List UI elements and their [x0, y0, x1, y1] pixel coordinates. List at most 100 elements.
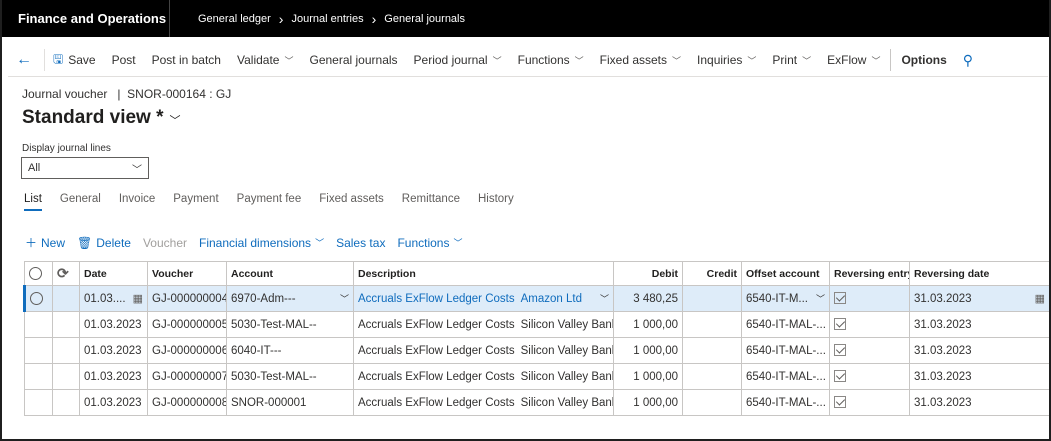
credit-cell[interactable] — [682, 285, 742, 312]
column-header-date[interactable]: Date — [79, 261, 148, 286]
credit-cell[interactable] — [682, 389, 742, 416]
tab-fixed-assets[interactable]: Fixed assets — [319, 193, 384, 211]
column-header-reversing-date[interactable]: Reversing date — [909, 261, 1049, 286]
back-arrow-icon[interactable]: ← — [8, 49, 45, 71]
reversing-entry-cell[interactable] — [829, 389, 910, 416]
offset-account-cell[interactable]: 6540-IT-M... ﹀ — [741, 285, 830, 312]
tab-history[interactable]: History — [478, 193, 514, 211]
breadcrumb-general-journals[interactable]: General journals — [384, 13, 465, 25]
new-button[interactable]: ＋ New — [25, 234, 65, 251]
voucher-cell[interactable]: GJ-000000006 — [147, 337, 227, 364]
reversing-entry-checkbox[interactable] — [834, 318, 846, 331]
column-header-voucher[interactable]: Voucher — [147, 261, 227, 286]
reversing-entry-cell[interactable] — [829, 337, 910, 364]
exflow-menu[interactable]: ExFlow ﹀ — [819, 44, 888, 77]
row-select-cell[interactable] — [23, 285, 53, 312]
offset-account-cell[interactable]: 6540-IT-MAL-... — [741, 363, 830, 390]
reversing-date-cell[interactable]: 31.03.2023 — [909, 389, 1049, 416]
general-journals-button[interactable]: General journals — [301, 44, 405, 77]
reversing-entry-cell[interactable] — [829, 311, 910, 338]
date-cell[interactable]: 01.03.2023 — [79, 363, 148, 390]
refresh-column[interactable]: ⟳ — [52, 261, 80, 286]
tab-list[interactable]: List — [24, 193, 42, 211]
voucher-cell[interactable]: GJ-000000008 — [147, 389, 227, 416]
reversing-date-cell[interactable]: 31.03.2023 ▦ — [909, 285, 1049, 312]
table-row[interactable]: 01.03.2023 GJ-000000007 5030-Test-MAL-- … — [24, 363, 1049, 390]
column-header-reversing-entry[interactable]: Reversing entry — [829, 261, 910, 286]
date-cell[interactable]: 01.03.2023 — [79, 337, 148, 364]
row-select-radio[interactable] — [30, 292, 43, 305]
voucher-cell[interactable]: GJ-000000007 — [147, 363, 227, 390]
reversing-entry-cell[interactable] — [829, 363, 910, 390]
column-header-description[interactable]: Description — [353, 261, 614, 286]
tab-general[interactable]: General — [60, 193, 101, 211]
display-journal-lines-select[interactable]: All ﹀ — [21, 157, 149, 179]
save-button[interactable]: 🖫 Save — [45, 44, 104, 77]
select-all-column[interactable] — [24, 261, 53, 286]
period-journal-menu[interactable]: Period journal ﹀ — [406, 44, 510, 77]
account-cell[interactable]: SNOR-000001 — [226, 389, 354, 416]
view-selector[interactable]: Standard view * ﹀ — [22, 107, 181, 129]
table-row[interactable]: 01.03.... ▦ GJ-000000004 6970-Adm--- ﹀ Acc… — [23, 285, 1049, 312]
voucher-cell[interactable]: GJ-000000004 — [147, 285, 227, 312]
select-all-radio[interactable] — [29, 267, 42, 280]
breadcrumb-journal-entries[interactable]: Journal entries — [291, 13, 363, 25]
reversing-date-cell[interactable]: 31.03.2023 — [909, 311, 1049, 338]
reversing-entry-cell[interactable] — [829, 285, 910, 312]
voucher-button[interactable]: Voucher — [143, 236, 187, 250]
row-select-cell[interactable] — [24, 389, 53, 416]
column-header-credit[interactable]: Credit — [682, 261, 742, 286]
voucher-cell[interactable]: GJ-000000005 — [147, 311, 227, 338]
table-row[interactable]: 01.03.2023 GJ-000000005 5030-Test-MAL-- … — [24, 311, 1049, 338]
chevron-down-icon[interactable]: ﹀ — [816, 292, 825, 305]
financial-dimensions-menu[interactable]: Financial dimensions ﹀ — [199, 236, 324, 250]
debit-cell[interactable]: 1 000,00 — [613, 389, 683, 416]
description-cell[interactable]: Accruals ExFlow Ledger Costs Silicon Vall… — [353, 363, 614, 390]
sales-tax-button[interactable]: Sales tax — [336, 236, 385, 250]
column-header-account[interactable]: Account — [226, 261, 354, 286]
debit-cell[interactable]: 1 000,00 — [613, 311, 683, 338]
reversing-entry-checkbox[interactable] — [834, 396, 846, 409]
inquiries-menu[interactable]: Inquiries ﹀ — [689, 44, 764, 77]
credit-cell[interactable] — [682, 363, 742, 390]
debit-cell[interactable]: 3 480,25 — [613, 285, 683, 312]
tab-payment[interactable]: Payment — [173, 193, 218, 211]
tab-payment-fee[interactable]: Payment fee — [237, 193, 302, 211]
description-cell[interactable]: Accruals ExFlow Ledger Costs Silicon Vall… — [353, 311, 614, 338]
account-cell[interactable]: 5030-Test-MAL-- — [226, 311, 354, 338]
reversing-date-cell[interactable]: 31.03.2023 — [909, 363, 1049, 390]
description-cell[interactable]: Accruals ExFlow Ledger Costs Amazon Ltd ﹀ — [353, 285, 614, 312]
row-select-cell[interactable] — [24, 363, 53, 390]
account-cell[interactable]: 6970-Adm--- ﹀ — [226, 285, 354, 312]
delete-button[interactable]: 🗑 Delete — [77, 236, 131, 250]
credit-cell[interactable] — [682, 337, 742, 364]
debit-cell[interactable]: 1 000,00 — [613, 337, 683, 364]
description-cell[interactable]: Accruals ExFlow Ledger Costs Silicon Vall… — [353, 337, 614, 364]
tab-invoice[interactable]: Invoice — [119, 193, 155, 211]
breadcrumb-general-ledger[interactable]: General ledger — [198, 13, 271, 25]
chevron-down-icon[interactable]: ﹀ — [600, 292, 609, 305]
refresh-icon[interactable]: ⟳ — [57, 265, 69, 281]
app-title[interactable]: Finance and Operations — [2, 0, 170, 37]
debit-cell[interactable]: 1 000,00 — [613, 363, 683, 390]
description-cell[interactable]: Accruals ExFlow Ledger Costs Silicon Vall… — [353, 389, 614, 416]
date-cell[interactable]: 01.03.2023 — [79, 389, 148, 416]
offset-account-cell[interactable]: 6540-IT-MAL-... — [741, 389, 830, 416]
post-button[interactable]: Post — [104, 44, 144, 77]
date-cell[interactable]: 01.03.2023 — [79, 311, 148, 338]
account-cell[interactable]: 6040-IT--- — [226, 337, 354, 364]
post-in-batch-button[interactable]: Post in batch — [144, 44, 229, 77]
table-row[interactable]: 01.03.2023 GJ-000000008 SNOR-000001 Accr… — [24, 389, 1049, 416]
fixed-assets-menu[interactable]: Fixed assets ﹀ — [592, 44, 689, 77]
row-select-cell[interactable] — [24, 337, 53, 364]
credit-cell[interactable] — [682, 311, 742, 338]
reversing-entry-checkbox[interactable] — [834, 344, 846, 357]
grid-functions-menu[interactable]: Functions ﹀ — [397, 236, 462, 250]
calendar-icon[interactable]: ▦ — [1035, 292, 1045, 305]
chevron-down-icon[interactable]: ﹀ — [340, 292, 349, 305]
table-row[interactable]: 01.03.2023 GJ-000000006 6040-IT--- Accru… — [24, 337, 1049, 364]
calendar-icon[interactable]: ▦ — [133, 292, 143, 305]
validate-menu[interactable]: Validate ﹀ — [229, 44, 302, 77]
offset-account-cell[interactable]: 6540-IT-MAL-... — [741, 337, 830, 364]
reversing-entry-checkbox[interactable] — [834, 292, 846, 305]
